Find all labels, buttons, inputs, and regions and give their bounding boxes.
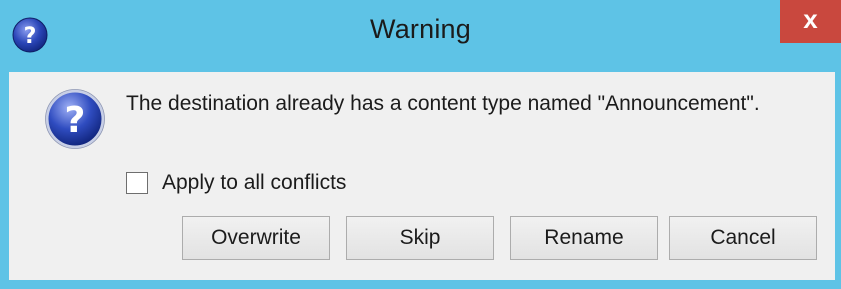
close-icon: x [803,4,818,34]
apply-to-all-label: Apply to all conflicts [162,171,347,194]
overwrite-button[interactable]: Overwrite [182,216,330,260]
svg-text:?: ? [65,100,86,141]
warning-dialog: ? Warning x ? The destination already ha… [0,0,841,289]
title-bar[interactable]: ? Warning x [0,0,841,72]
rename-button[interactable]: Rename [510,216,658,260]
warning-message: The destination already has a content ty… [126,92,760,115]
question-icon: ? [45,89,105,149]
apply-to-all-checkbox[interactable] [126,172,148,194]
apply-to-all-option[interactable]: Apply to all conflicts [126,168,346,198]
skip-button[interactable]: Skip [346,216,494,260]
close-button[interactable]: x [780,0,841,43]
window-title: Warning [370,14,471,44]
dialog-body: ? The destination already has a content … [9,72,835,280]
cancel-button[interactable]: Cancel [669,216,817,260]
